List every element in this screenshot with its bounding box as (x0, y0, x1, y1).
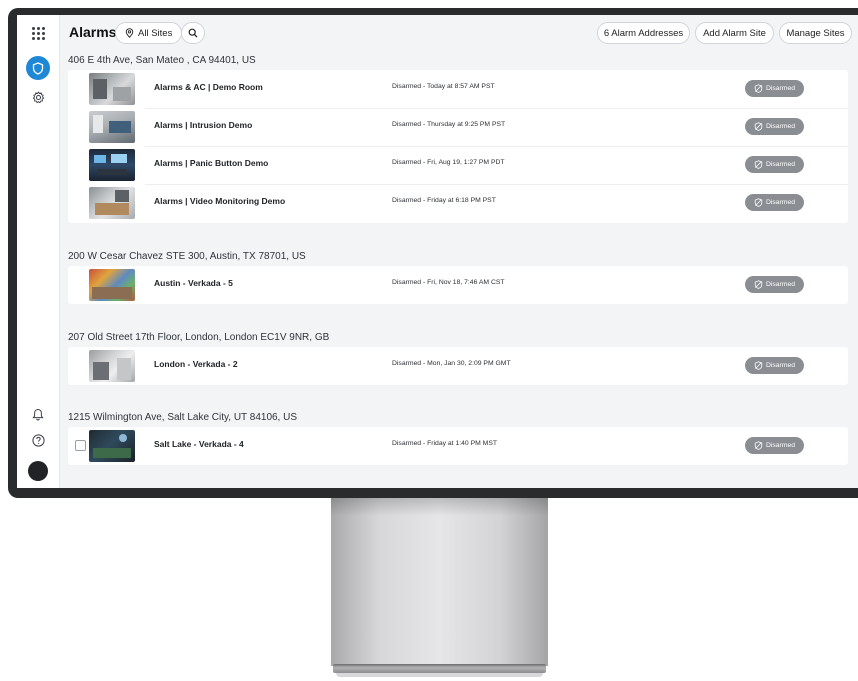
monitor-stand-shadow (331, 498, 548, 516)
alarm-status-text: Disarmed - Fri, Aug 19, 1:27 PM PDT (392, 159, 505, 166)
disarmed-status-badge[interactable]: Disarmed (745, 156, 804, 173)
alarm-status-text: Disarmed - Mon, Jan 30, 2:09 PM GMT (392, 360, 511, 367)
notifications-bell-icon[interactable] (27, 403, 49, 425)
camera-thumbnail (89, 430, 135, 462)
site-address: 207 Old Street 17th Floor, London, Londo… (68, 332, 330, 343)
app-screen: Alarms All Sites 6 Alarm Addresses Add A… (17, 15, 858, 488)
alarm-status-text: Disarmed - Today at 8:57 AM PST (392, 83, 495, 90)
alarm-status-text: Disarmed - Thursday at 9:25 PM PST (392, 121, 506, 128)
row-select-checkbox[interactable] (75, 440, 86, 451)
manage-sites-label: Manage Sites (786, 27, 845, 39)
apps-grid-icon[interactable] (27, 22, 49, 44)
camera-thumbnail (89, 269, 135, 301)
alarm-row[interactable]: London - Verkada - 2 Disarmed - Mon, Jan… (68, 347, 848, 385)
shield-off-icon (754, 361, 763, 370)
camera-thumbnail (89, 149, 135, 181)
monitor-stand (331, 498, 548, 666)
alarm-status-text: Disarmed - Fri, Nov 18, 7:46 AM CST (392, 279, 505, 286)
disarmed-status-badge[interactable]: Disarmed (745, 194, 804, 211)
user-avatar[interactable] (28, 461, 48, 481)
alarm-site-name: London - Verkada - 2 (154, 359, 238, 369)
site-address: 406 E 4th Ave, San Mateo , CA 94401, US (68, 55, 256, 66)
disarmed-badge-label: Disarmed (765, 161, 796, 168)
disarmed-status-badge[interactable]: Disarmed (745, 437, 804, 454)
camera-thumbnail (89, 73, 135, 105)
shield-off-icon (754, 280, 763, 289)
alarm-row[interactable]: Austin - Verkada - 5 Disarmed - Fri, Nov… (68, 266, 848, 304)
location-pin-icon (125, 28, 134, 38)
page-title: Alarms (69, 24, 117, 40)
site-card: London - Verkada - 2 Disarmed - Mon, Jan… (68, 347, 848, 385)
disarmed-status-badge[interactable]: Disarmed (745, 80, 804, 97)
manage-sites-button[interactable]: Manage Sites (779, 22, 852, 44)
search-button[interactable] (181, 22, 205, 44)
alarm-row[interactable]: Alarms | Intrusion Demo Disarmed - Thurs… (68, 108, 848, 146)
page-header: Alarms All Sites 6 Alarm Addresses Add A… (59, 15, 858, 51)
alarm-shield-icon[interactable] (26, 56, 50, 80)
disarmed-status-badge[interactable]: Disarmed (745, 276, 804, 293)
alarm-site-name: Austin - Verkada - 5 (154, 278, 233, 288)
alarm-row[interactable]: Salt Lake - Verkada - 4 Disarmed - Frida… (68, 427, 848, 465)
alarm-site-name: Alarms | Panic Button Demo (154, 158, 269, 168)
monitor-base-foot (336, 673, 543, 677)
site-address: 1215 Wilmington Ave, Salt Lake City, UT … (68, 412, 298, 423)
alarm-addresses-button[interactable]: 6 Alarm Addresses (597, 22, 690, 44)
site-card: Salt Lake - Verkada - 4 Disarmed - Frida… (68, 427, 848, 465)
left-nav-rail (17, 15, 60, 488)
help-icon[interactable] (27, 429, 49, 451)
disarmed-badge-label: Disarmed (765, 281, 796, 288)
alarm-status-text: Disarmed - Friday at 6:18 PM PST (392, 197, 496, 204)
disarmed-status-badge[interactable]: Disarmed (745, 357, 804, 374)
alarm-row[interactable]: Alarms | Video Monitoring Demo Disarmed … (68, 184, 848, 222)
alarm-site-name: Alarms | Intrusion Demo (154, 120, 253, 130)
disarmed-badge-label: Disarmed (765, 85, 796, 92)
add-alarm-site-label: Add Alarm Site (703, 27, 766, 39)
site-card: Austin - Verkada - 5 Disarmed - Fri, Nov… (68, 266, 848, 304)
disarmed-badge-label: Disarmed (765, 442, 796, 449)
alarm-site-name: Alarms & AC | Demo Room (154, 82, 263, 92)
shield-off-icon (754, 441, 763, 450)
alarm-row[interactable]: Alarms & AC | Demo Room Disarmed - Today… (68, 70, 848, 108)
disarmed-status-badge[interactable]: Disarmed (745, 118, 804, 135)
alarm-addresses-label: 6 Alarm Addresses (603, 27, 684, 39)
all-sites-label: All Sites (138, 27, 173, 39)
site-address: 200 W Cesar Chavez STE 300, Austin, TX 7… (68, 251, 306, 262)
settings-gear-icon[interactable] (27, 86, 49, 108)
camera-thumbnail (89, 111, 135, 143)
alarm-site-name: Alarms | Video Monitoring Demo (154, 196, 286, 206)
alarm-status-text: Disarmed - Friday at 1:40 PM MST (392, 440, 497, 447)
monitor-base (333, 664, 546, 673)
shield-off-icon (754, 160, 763, 169)
disarmed-badge-label: Disarmed (765, 362, 796, 369)
camera-thumbnail (89, 187, 135, 219)
shield-off-icon (754, 122, 763, 131)
add-alarm-site-button[interactable]: Add Alarm Site (695, 22, 774, 44)
alarm-row[interactable]: Alarms | Panic Button Demo Disarmed - Fr… (68, 146, 848, 184)
camera-thumbnail (89, 350, 135, 382)
disarmed-badge-label: Disarmed (765, 199, 796, 206)
site-card: Alarms & AC | Demo Room Disarmed - Today… (68, 70, 848, 223)
shield-off-icon (754, 84, 763, 93)
shield-off-icon (754, 198, 763, 207)
disarmed-badge-label: Disarmed (765, 123, 796, 130)
alarm-site-name: Salt Lake - Verkada - 4 (154, 439, 244, 449)
search-icon (188, 28, 198, 38)
all-sites-filter-button[interactable]: All Sites (115, 22, 183, 44)
